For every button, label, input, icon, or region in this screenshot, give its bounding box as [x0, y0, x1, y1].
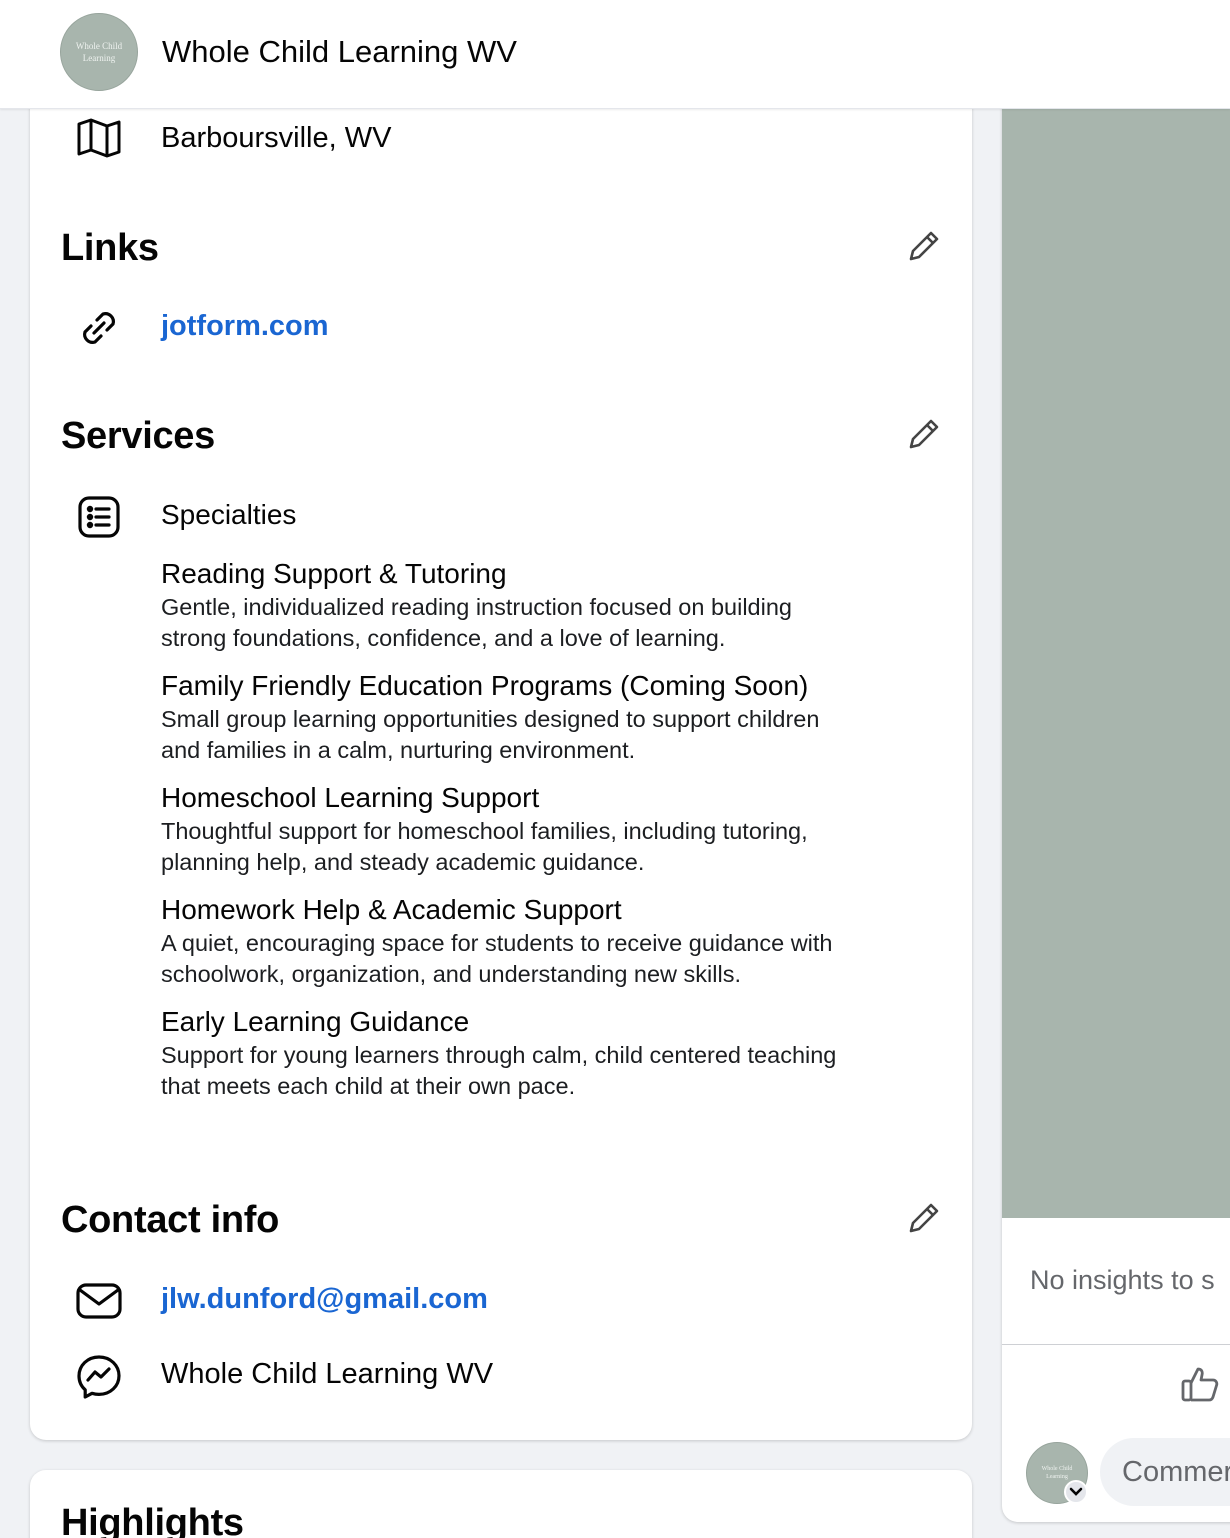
- services-list: Reading Support & Tutoring Gentle, indiv…: [161, 556, 941, 1116]
- service-description-line: strong foundations, confidence, and a lo…: [161, 625, 726, 651]
- comment-input[interactable]: Commer: [1100, 1438, 1230, 1506]
- service-description-line: planning help, and steady academic guida…: [161, 849, 645, 875]
- highlights-heading: Highlights: [61, 1502, 244, 1538]
- page-header: Whole Child Learning Whole Child Learnin…: [0, 0, 1230, 109]
- service-title: Early Learning Guidance: [161, 1006, 470, 1037]
- pencil-icon: [909, 231, 939, 261]
- service-title: Homeschool Learning Support: [161, 782, 540, 813]
- specialties-label: Specialties: [161, 499, 297, 530]
- service-item: Early Learning Guidance Support for youn…: [161, 1004, 941, 1102]
- map-icon: [76, 115, 122, 161]
- highlights-card: Highlights: [30, 1470, 972, 1538]
- edit-services-button[interactable]: [900, 412, 946, 458]
- avatar-text-line1: Whole Child: [1041, 1466, 1073, 1472]
- service-item: Family Friendly Education Programs (Comi…: [161, 668, 941, 766]
- chevron-down-icon: [1069, 1487, 1083, 1496]
- mail-icon: [76, 1278, 122, 1324]
- email-link[interactable]: jlw.dunford@gmail.com: [161, 1281, 488, 1317]
- post-image[interactable]: [1002, 60, 1230, 1218]
- service-description-line: A quiet, encouraging space for students …: [161, 930, 833, 956]
- pencil-icon: [909, 1203, 939, 1233]
- links-heading: Links: [61, 227, 159, 269]
- avatar-text-line2: Learning: [1046, 1474, 1068, 1480]
- website-link[interactable]: jotform.com: [161, 308, 329, 344]
- profile-switch-button[interactable]: [1064, 1480, 1088, 1504]
- divider: [1002, 1344, 1230, 1345]
- service-description-line: that meets each child at their own pace.: [161, 1073, 576, 1099]
- services-heading: Services: [61, 415, 215, 457]
- service-title: Reading Support & Tutoring: [161, 558, 507, 589]
- post-card: No insights to s Whole Child Learning Co…: [1002, 60, 1230, 1522]
- service-item: Homeschool Learning Support Thoughtful s…: [161, 780, 941, 878]
- avatar-text-line2: Learning: [82, 53, 116, 63]
- service-description-line: Support for young learners through calm,…: [161, 1042, 837, 1068]
- avatar-text-line1: Whole Child: [75, 41, 123, 51]
- comment-placeholder: Commer: [1122, 1455, 1230, 1488]
- page-title[interactable]: Whole Child Learning WV: [162, 32, 517, 72]
- edit-contact-button[interactable]: [900, 1196, 946, 1242]
- like-button[interactable]: [1178, 1362, 1222, 1406]
- link-icon: [76, 305, 122, 351]
- thumbs-up-icon: [1181, 1367, 1219, 1402]
- pencil-icon: [909, 419, 939, 449]
- location-text: Barboursville, WV: [161, 122, 392, 154]
- insights-text: No insights to s: [1030, 1265, 1215, 1295]
- service-title: Homework Help & Academic Support: [161, 894, 622, 925]
- service-title: Family Friendly Education Programs (Comi…: [161, 670, 809, 701]
- service-item: Homework Help & Academic Support A quiet…: [161, 892, 941, 990]
- contact-info-heading: Contact info: [61, 1199, 280, 1241]
- page-avatar[interactable]: Whole Child Learning: [60, 13, 138, 91]
- service-description-line: Gentle, individualized reading instructi…: [161, 594, 792, 620]
- service-description-line: and families in a calm, nurturing enviro…: [161, 737, 636, 763]
- service-description-line: schoolwork, organization, and understand…: [161, 961, 741, 987]
- list-icon: [76, 494, 122, 540]
- messenger-icon: [76, 1354, 122, 1400]
- service-description-line: Small group learning opportunities desig…: [161, 706, 820, 732]
- service-item: Reading Support & Tutoring Gentle, indiv…: [161, 556, 941, 654]
- service-description-line: Thoughtful support for homeschool famili…: [161, 818, 808, 844]
- edit-links-button[interactable]: [900, 224, 946, 270]
- messenger-name[interactable]: Whole Child Learning WV: [161, 1356, 493, 1392]
